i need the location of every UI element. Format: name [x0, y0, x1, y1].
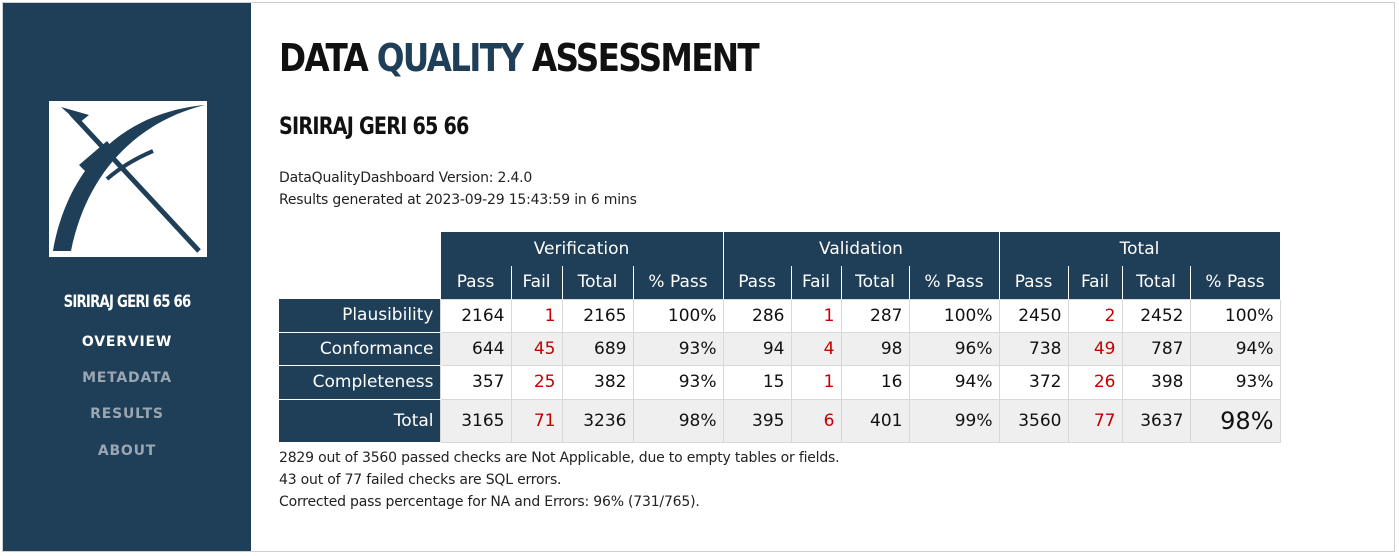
- verification-pass-cell: 357: [439, 364, 512, 400]
- group-header-verification: Verification: [439, 232, 724, 266]
- total-total-cell: 398: [1121, 364, 1191, 400]
- total-fail-cell: 49: [1067, 331, 1123, 366]
- verification-total-cell: 689: [561, 331, 634, 366]
- row-label: Completeness: [279, 365, 440, 400]
- footnote-na: 2829 out of 3560 passed checks are Not A…: [279, 450, 840, 466]
- validation-total-cell: 401: [840, 398, 910, 443]
- group-header-validation: Validation: [722, 232, 1000, 266]
- verification-pct-pass-cell: 100%: [632, 298, 724, 333]
- validation-pct-pass-cell: 99%: [908, 398, 1000, 443]
- nav-overview[interactable]: OVERVIEW: [3, 334, 251, 350]
- footnote-corrected-pct: Corrected pass percentage for NA and Err…: [279, 494, 700, 510]
- col-pass: Pass: [998, 266, 1069, 299]
- footnote-sql-errors: 43 out of 77 failed checks are SQL error…: [279, 472, 562, 488]
- nav-results[interactable]: RESULTS: [3, 406, 251, 422]
- dq-summary-table: Verification Validation Total Pass Fail …: [279, 232, 1281, 443]
- verification-pct-pass-cell: 93%: [632, 331, 724, 366]
- verification-total-cell: 3236: [561, 398, 634, 443]
- verification-fail-cell: 25: [510, 364, 563, 400]
- verification-fail-cell: 1: [510, 298, 563, 333]
- verification-pct-pass-cell: 98%: [632, 398, 724, 443]
- total-pct-pass-cell: 93%: [1189, 364, 1281, 400]
- validation-fail-cell: 1: [790, 298, 842, 333]
- title-part-assessment: ASSESSMENT: [522, 36, 760, 80]
- page-title: DATA QUALITY ASSESSMENT: [279, 36, 760, 80]
- col-pct-pass: % Pass: [632, 266, 724, 299]
- total-pass-cell: 2450: [998, 298, 1069, 333]
- validation-fail-cell: 6: [790, 398, 842, 443]
- corner-blank-2: [279, 266, 440, 299]
- col-fail: Fail: [790, 266, 842, 299]
- col-total: Total: [840, 266, 910, 299]
- corner-blank: [279, 232, 440, 266]
- validation-pct-pass-cell: 94%: [908, 364, 1000, 400]
- validation-pass-cell: 15: [722, 364, 792, 400]
- table-row: Total 3165 71 3236 98% 395 6 401 99% 3560 77 3637 98…: [279, 398, 1281, 443]
- total-pass-cell: 3560: [998, 398, 1069, 443]
- validation-total-cell: 16: [840, 364, 910, 400]
- row-label: Total: [279, 399, 440, 443]
- validation-pct-pass-cell: 96%: [908, 331, 1000, 366]
- validation-total-cell: 98: [840, 331, 910, 366]
- subcolumn-header-row: Pass Fail Total % Pass Pass Fail Total %…: [279, 266, 1281, 299]
- nav-metadata[interactable]: METADATA: [3, 370, 251, 386]
- table-row: Completeness 357 25 382 93% 15 1 16 94% 372 26 398 9…: [279, 364, 1281, 400]
- verification-pass-cell: 3165: [439, 398, 512, 443]
- total-total-cell: 3637: [1121, 398, 1191, 443]
- total-pct-pass-cell: 98%: [1189, 398, 1281, 443]
- title-part-quality: QUALITY: [376, 36, 524, 80]
- col-pass: Pass: [439, 266, 512, 299]
- title-part-data: DATA: [279, 36, 377, 80]
- sidebar: SIRIRAJ GERI 65 66 OVERVIEW METADATA RES…: [3, 3, 251, 551]
- verification-total-cell: 2165: [561, 298, 634, 333]
- col-pass: Pass: [722, 266, 792, 299]
- group-header-total: Total: [998, 232, 1281, 266]
- total-pass-cell: 372: [998, 364, 1069, 400]
- col-total: Total: [1121, 266, 1191, 299]
- validation-fail-cell: 1: [790, 364, 842, 400]
- validation-pass-cell: 94: [722, 331, 792, 366]
- table-row: Conformance 644 45 689 93% 94 4 98 96% 738 49 787 94…: [279, 331, 1281, 366]
- validation-total-cell: 287: [840, 298, 910, 333]
- verification-pass-cell: 644: [439, 331, 512, 366]
- verification-fail-cell: 71: [510, 398, 563, 443]
- generated-line: Results generated at 2023-09-29 15:43:59…: [279, 192, 637, 208]
- total-total-cell: 2452: [1121, 298, 1191, 333]
- verification-pass-cell: 2164: [439, 298, 512, 333]
- total-pass-cell: 738: [998, 331, 1069, 366]
- ohdsi-logo: [49, 101, 207, 257]
- total-fail-cell: 77: [1067, 398, 1123, 443]
- group-header-row: Verification Validation Total: [279, 232, 1281, 266]
- verification-total-cell: 382: [561, 364, 634, 400]
- total-pct-pass-cell: 94%: [1189, 331, 1281, 366]
- validation-pass-cell: 395: [722, 398, 792, 443]
- total-fail-cell: 26: [1067, 364, 1123, 400]
- row-label: Plausibility: [279, 299, 440, 333]
- col-pct-pass: % Pass: [908, 266, 1000, 299]
- validation-pass-cell: 286: [722, 298, 792, 333]
- version-line: DataQualityDashboard Version: 2.4.0: [279, 170, 533, 186]
- sidebar-db-name: SIRIRAJ GERI 65 66: [63, 292, 192, 312]
- table-row: Plausibility 2164 1 2165 100% 286 1 287 100% 2450…: [279, 298, 1281, 333]
- database-title: SIRIRAJ GERI 65 66: [279, 112, 469, 140]
- validation-fail-cell: 4: [790, 331, 842, 366]
- col-fail: Fail: [510, 266, 563, 299]
- total-total-cell: 787: [1121, 331, 1191, 366]
- total-fail-cell: 2: [1067, 298, 1123, 333]
- total-pct-pass-cell: 100%: [1189, 298, 1281, 333]
- verification-pct-pass-cell: 93%: [632, 364, 724, 400]
- col-pct-pass: % Pass: [1189, 266, 1281, 299]
- col-fail: Fail: [1067, 266, 1123, 299]
- validation-pct-pass-cell: 100%: [908, 298, 1000, 333]
- verification-fail-cell: 45: [510, 331, 563, 366]
- col-total: Total: [561, 266, 634, 299]
- row-label: Conformance: [279, 332, 440, 366]
- nav-about[interactable]: ABOUT: [3, 443, 251, 459]
